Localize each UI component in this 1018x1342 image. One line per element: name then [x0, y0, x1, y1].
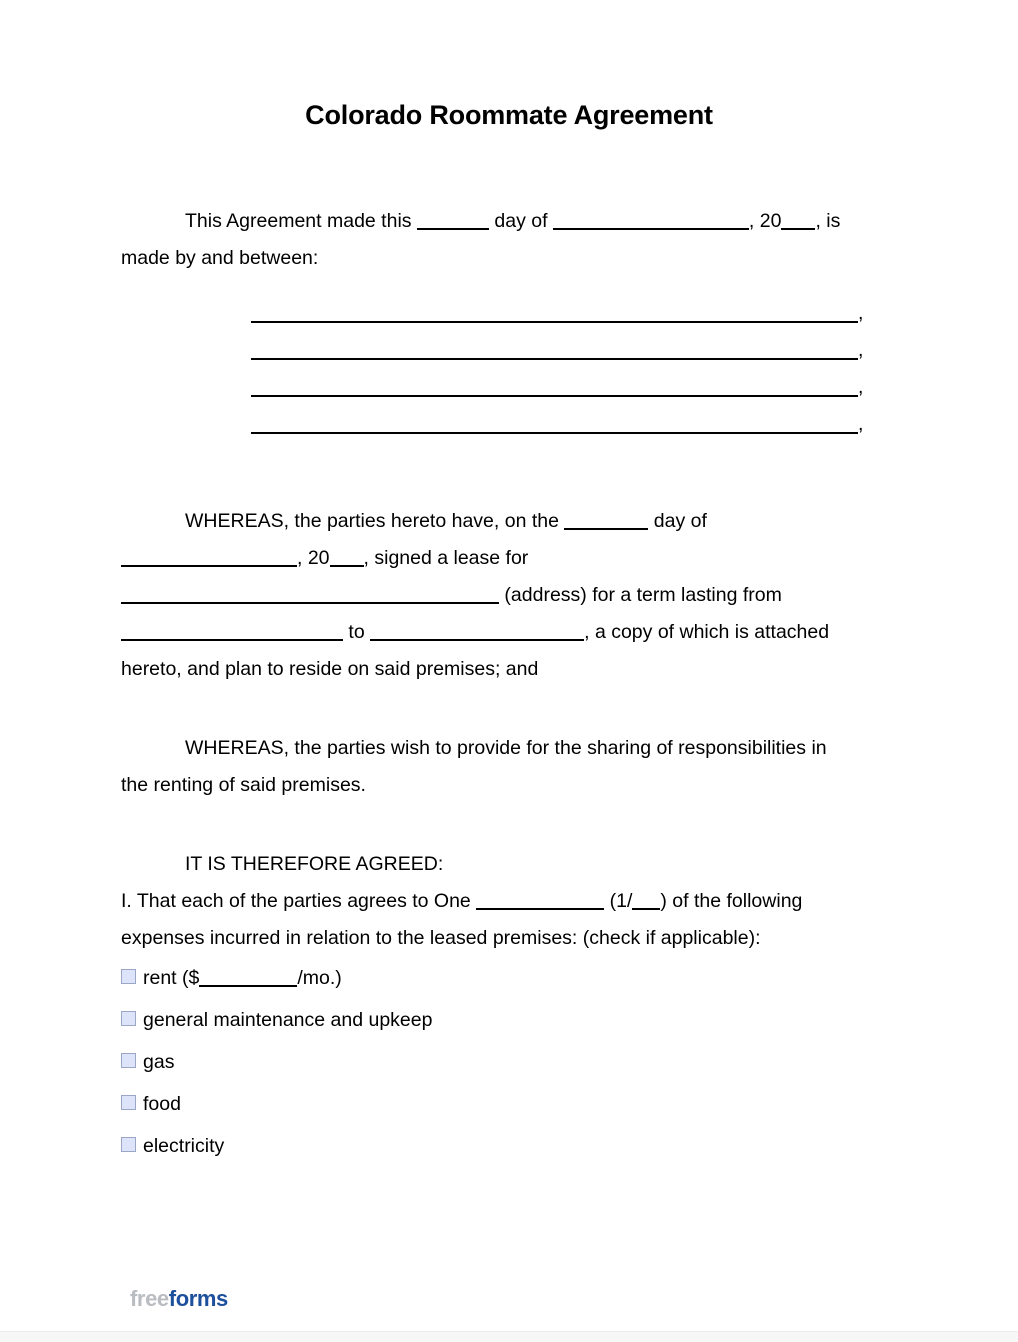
made-by-text: made by and between: — [121, 247, 319, 269]
agreed-item1-fraction-close: ) of the following — [660, 890, 803, 912]
expense-label-maintenance: general maintenance and upkeep — [143, 1009, 433, 1031]
party-line-4-row: , — [121, 395, 897, 443]
party-comma-1: , — [858, 302, 864, 324]
whereas1-address-text: (address) for a term lasting from — [504, 584, 782, 606]
party-name-field-1[interactable] — [251, 284, 858, 323]
intro-year-prefix: , 20 — [748, 210, 782, 232]
checkbox-food[interactable] — [121, 1095, 136, 1111]
party-line-3-row: , — [121, 358, 897, 406]
intro-tail-text: , is — [815, 210, 841, 232]
agreed-item1-fraction-open: (1/ — [609, 890, 633, 912]
lease-year-field[interactable] — [329, 534, 364, 567]
lease-term-end-field[interactable] — [370, 608, 585, 641]
party-comma-4: , — [858, 413, 864, 435]
lease-address-field[interactable] — [121, 571, 499, 604]
intro-paragraph: This Agreement made this day of , 20 , is… — [121, 197, 897, 277]
party-comma-3: , — [858, 376, 864, 398]
lease-term-start-field[interactable] — [121, 608, 343, 641]
list-item[interactable]: rent ($ /mo.) — [121, 954, 897, 999]
list-item[interactable]: gas — [121, 1041, 897, 1083]
agreed-heading-paragraph: IT IS THEREFORE AGREED: — [121, 846, 897, 883]
list-item[interactable]: general maintenance and upkeep — [121, 999, 897, 1041]
agreement-day-field[interactable] — [416, 197, 489, 230]
whereas1-lead-text: WHEREAS, the parties hereto have, on the — [185, 510, 559, 532]
whereas-lease-paragraph: WHEREAS, the parties hereto have, on the… — [121, 497, 897, 688]
whereas1-attached-text: , a copy of which is attached — [584, 621, 830, 643]
agreement-month-field[interactable] — [552, 197, 749, 230]
whereas1-signed-text: , signed a lease for — [363, 547, 529, 569]
page-bottom-edge — [0, 1331, 1018, 1342]
party-comma-2: , — [858, 339, 864, 361]
checkbox-gas[interactable] — [121, 1053, 136, 1069]
lease-month-field[interactable] — [121, 534, 297, 567]
logo-text-forms: forms — [168, 1286, 229, 1311]
expense-label-gas: gas — [143, 1051, 175, 1073]
checkbox-general-maintenance[interactable] — [121, 1011, 136, 1027]
footer-logo: freeforms — [130, 1286, 228, 1312]
intro-day-of-text: day of — [494, 210, 548, 232]
list-item[interactable]: electricity — [121, 1125, 897, 1167]
checkbox-rent[interactable] — [121, 969, 136, 985]
lease-day-field[interactable] — [564, 497, 649, 530]
expense-checklist: rent ($ /mo.) general maintenance and upk… — [121, 954, 897, 1167]
page-title: Colorado Roommate Agreement — [305, 100, 713, 130]
party-name-field-2[interactable] — [251, 321, 858, 360]
agreed-item1-lead: I. That each of the parties agrees to On… — [121, 890, 471, 912]
whereas1-day-of-text: day of — [653, 510, 707, 532]
whereas2-line2: the renting of said premises. — [121, 774, 366, 796]
agreed-item-1-paragraph: I. That each of the parties agrees to On… — [121, 877, 897, 957]
expense-label-food: food — [143, 1093, 181, 1115]
checkbox-electricity[interactable] — [121, 1137, 136, 1153]
agreement-year-field[interactable] — [781, 197, 816, 230]
share-fraction-word-field[interactable] — [476, 877, 605, 910]
agreed-heading: IT IS THEREFORE AGREED: — [185, 853, 444, 875]
document-content: Colorado Roommate Agreement This Agreeme… — [121, 0, 897, 1167]
whereas1-hereto-text: hereto, and plan to reside on said premi… — [121, 658, 539, 680]
rent-prefix-label: rent ($ — [143, 967, 200, 989]
rent-suffix-label: /mo.) — [297, 967, 342, 989]
party-line-2-row: , — [121, 321, 897, 369]
whereas1-to-text: to — [348, 621, 365, 643]
whereas2-line1: WHEREAS, the parties wish to provide for… — [185, 737, 827, 759]
intro-lead-text: This Agreement made this — [185, 210, 412, 232]
party-name-field-3[interactable] — [251, 358, 858, 397]
rent-amount-field[interactable] — [199, 954, 298, 987]
document-page: Colorado Roommate Agreement This Agreeme… — [0, 0, 1018, 1342]
whereas1-year-prefix: , 20 — [297, 547, 330, 569]
party-name-field-4[interactable] — [251, 395, 858, 434]
share-denominator-field[interactable] — [632, 882, 661, 910]
list-item[interactable]: food — [121, 1083, 897, 1125]
logo-text-free: free — [130, 1286, 169, 1311]
expense-label-electricity: electricity — [143, 1135, 225, 1157]
agreed-item1-expenses-text: expenses incurred in relation to the lea… — [121, 927, 761, 949]
whereas-sharing-paragraph: WHEREAS, the parties wish to provide for… — [121, 730, 897, 804]
party-line-1-row: , — [121, 284, 897, 332]
